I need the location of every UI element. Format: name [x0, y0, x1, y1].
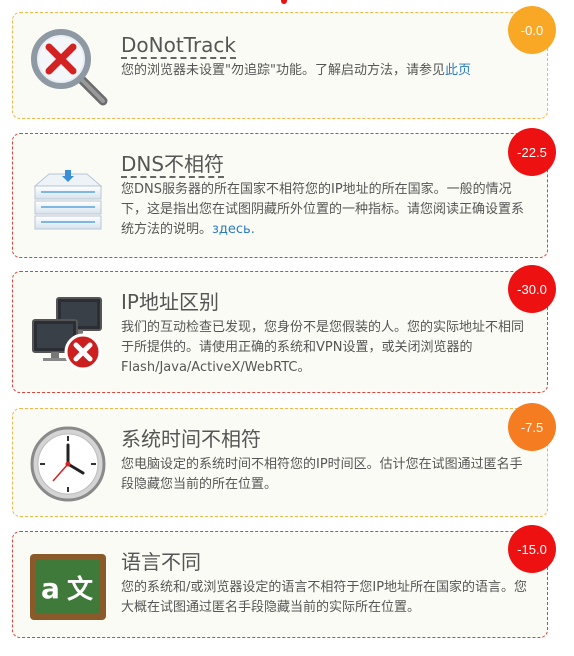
check-card-system-time: 系统时间不相符 您电脑设定的系统时间不相符您的IP时间区。估计您在试图通过匿名手… [12, 408, 548, 517]
check-card-ip: IP地址区别 我们的互动检查已发现，您身份不是您假装的人。您的实际地址不相同于所… [12, 271, 548, 393]
score-badge: -30.0 [508, 265, 556, 313]
check-title-text: IP地址区别 [121, 290, 219, 314]
check-title: DNS不相符 [121, 152, 535, 178]
check-card-donottrack: DoNotTrack 您的浏览器未设置"勿追踪"功能。了解启动方法，请参见此页 [12, 12, 548, 119]
score-badge: -22.5 [508, 128, 556, 176]
help-link[interactable]: здесь. [212, 222, 255, 237]
svg-text:a: a [41, 572, 60, 605]
check-description-text: 您的系统和/或浏览器设定的语言不相符于您IP地址所在国家的语言。您大概在试图通过… [121, 580, 528, 615]
check-title-text[interactable]: DNS不相符 [121, 152, 225, 178]
check-title-text: 语言不同 [121, 550, 201, 574]
check-title: 语言不同 [121, 550, 535, 574]
check-description-text: 您电脑设定的系统时间不相符您的IP时间区。估计您在试图通过匿名手段隐藏您当前的所… [121, 457, 523, 492]
score-badge: -0.0 [508, 6, 556, 54]
score-badge: -7.5 [508, 403, 556, 451]
dns-server-icon [27, 156, 109, 238]
check-description: 我们的互动检查已发现，您身份不是您假装的人。您的实际地址不相同于所提供的。请使用… [121, 318, 535, 378]
language-board-icon: a 文 [27, 546, 109, 628]
score-badge: -15.0 [508, 525, 556, 573]
check-description: 您电脑设定的系统时间不相符您的IP时间区。估计您在试图通过匿名手段隐藏您当前的所… [121, 455, 535, 495]
check-card-language: a 文 语言不同 您的系统和/或浏览器设定的语言不相符于您IP地址所在国家的语言… [12, 531, 548, 638]
check-card-dns: DNS不相符 您DNS服务器的所在国家不相符您的IP地址的所在国家。一般的情况下… [12, 133, 548, 258]
svg-text:文: 文 [67, 574, 94, 605]
check-title: DoNotTrack [121, 33, 535, 59]
magnifier-x-icon [27, 25, 109, 107]
check-title: 系统时间不相符 [121, 427, 535, 451]
check-title-text: 系统时间不相符 [121, 427, 261, 451]
check-description: 您DNS服务器的所在国家不相符您的IP地址的所在国家。一般的情况下，这是指出您在… [121, 180, 535, 240]
top-marker [281, 0, 287, 4]
check-description: 您的浏览器未设置"勿追踪"功能。了解启动方法，请参见此页 [121, 61, 535, 81]
clock-icon [27, 423, 109, 505]
check-description: 您的系统和/或浏览器设定的语言不相符于您IP地址所在国家的语言。您大概在试图通过… [121, 578, 535, 618]
check-title-text[interactable]: DoNotTrack [121, 33, 237, 59]
check-description-text: 我们的互动检查已发现，您身份不是您假装的人。您的实际地址不相同于所提供的。请使用… [121, 320, 525, 375]
help-link[interactable]: 此页 [445, 63, 471, 78]
check-title: IP地址区别 [121, 290, 535, 314]
network-x-icon [27, 292, 109, 374]
check-description-text: 您的浏览器未设置"勿追踪"功能。了解启动方法，请参见 [121, 63, 445, 78]
check-description-text: 您DNS服务器的所在国家不相符您的IP地址的所在国家。一般的情况下，这是指出您在… [121, 182, 525, 237]
